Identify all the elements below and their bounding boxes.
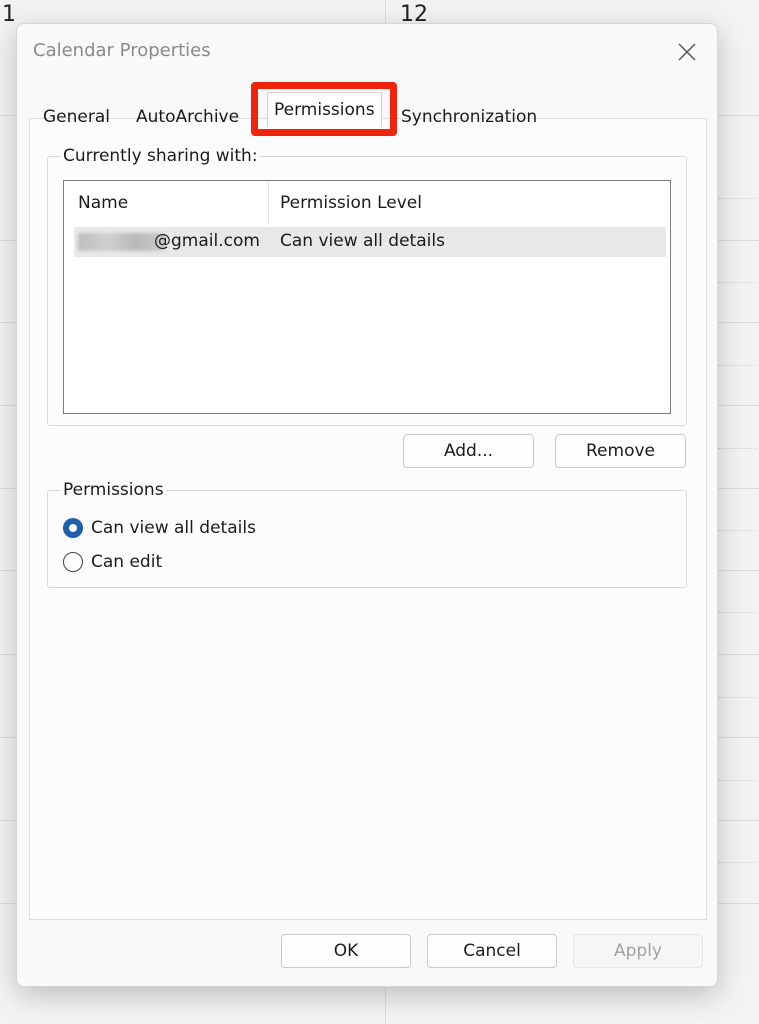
calendar-dotted-line [718, 365, 758, 366]
radio-unselected-icon[interactable] [63, 552, 83, 572]
sharing-list[interactable]: Name Permission Level @gmail.com Can vie… [63, 180, 671, 414]
add-button[interactable]: Add... [403, 434, 534, 468]
calendar-dotted-line [718, 530, 758, 531]
remove-button[interactable]: Remove [555, 434, 686, 468]
cancel-button[interactable]: Cancel [427, 934, 557, 968]
close-icon [678, 43, 696, 61]
radio-can-view-all-details[interactable]: Can view all details [63, 518, 256, 538]
calendar-dotted-line [718, 780, 758, 781]
radio-label: Can edit [91, 552, 163, 572]
calendar-dotted-line [718, 612, 758, 613]
calendar-dotted-line [718, 282, 758, 283]
tab-autoarchive[interactable]: AutoArchive [136, 100, 239, 134]
tab-synchronization[interactable]: Synchronization [401, 100, 537, 134]
calendar-day-number: 1 [2, 2, 16, 27]
radio-can-edit[interactable]: Can edit [63, 552, 162, 572]
radio-label: Can view all details [91, 518, 256, 538]
list-item-permission-level: Can view all details [280, 231, 445, 251]
permissions-group-label: Permissions [61, 480, 166, 500]
column-header-name[interactable]: Name [78, 193, 128, 213]
radio-selected-icon[interactable] [63, 518, 83, 538]
calendar-dotted-line [718, 697, 758, 698]
title-bar: Calendar Properties [17, 24, 717, 80]
close-button[interactable] [669, 34, 705, 70]
column-header-permission-level[interactable]: Permission Level [280, 193, 422, 213]
calendar-dotted-line [718, 198, 758, 199]
permissions-group [47, 490, 687, 588]
dialog-title: Calendar Properties [33, 40, 211, 61]
list-item[interactable]: @gmail.com Can view all details [74, 227, 666, 257]
sharing-group-label: Currently sharing with: [61, 146, 260, 166]
list-header: Name Permission Level [64, 181, 670, 225]
tab-general[interactable]: General [43, 100, 110, 134]
redacted-email-prefix [78, 233, 166, 251]
column-separator[interactable] [268, 181, 269, 225]
ok-button[interactable]: OK [281, 934, 411, 968]
highlight-box [251, 82, 397, 136]
calendar-properties-dialog: Calendar Properties General AutoArchive … [16, 23, 718, 987]
calendar-dotted-line [718, 862, 758, 863]
calendar-dotted-line [718, 448, 758, 449]
apply-button[interactable]: Apply [573, 934, 703, 968]
list-item-name: @gmail.com [154, 231, 260, 251]
